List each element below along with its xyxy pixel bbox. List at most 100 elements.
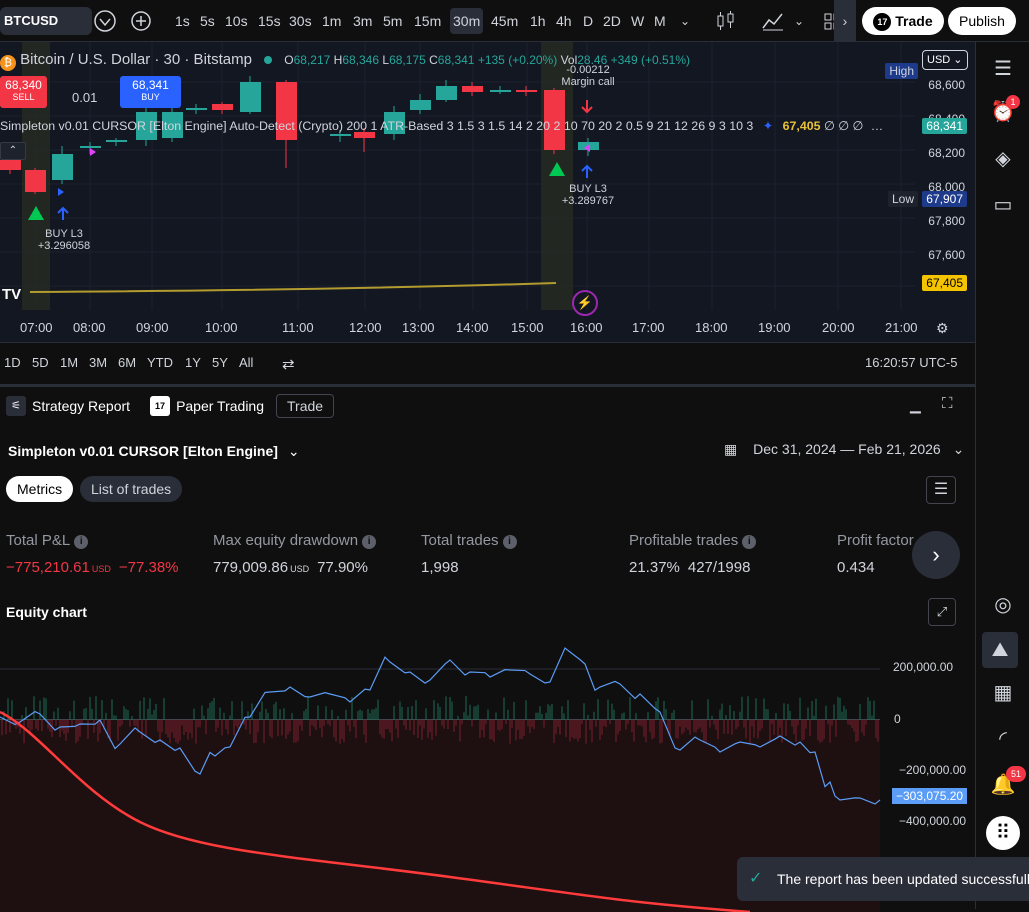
alerts-icon[interactable]: ⏰ 1 [988,95,1020,127]
metric-value: 21.37% 427/1998 [629,559,750,576]
indicator-params: Simpleton v0.01 CURSOR [Elton Engine] Au… [0,119,754,133]
range-1y[interactable]: 1Y [185,355,201,370]
timeframe-dropdown-icon[interactable]: ⌄ [676,8,694,34]
candle-body [0,160,21,170]
low-marker: Low [887,191,918,207]
next-metrics-button[interactable]: › [912,531,960,579]
timeframe-5m[interactable]: 5m [380,8,405,34]
trade-button[interactable]: 17 Trade [862,7,944,35]
range-3m[interactable]: 3M [89,355,107,370]
equity-axis-tick: −200,000.00 [899,763,967,777]
calendar-icon[interactable]: ▦ [988,678,1018,708]
price-tick: 67,800 [928,214,965,228]
chat-icon[interactable]: ▭ [988,190,1018,220]
buy-button[interactable]: 68,341 BUY [120,76,181,108]
more-icon[interactable]: … [871,119,883,133]
chart-type-icon[interactable] [714,8,738,34]
buy-arrow [581,164,593,178]
symbol-search[interactable]: BTCUSD [0,7,92,35]
layers-icon[interactable]: ◈ [988,144,1018,174]
timeframe-30s[interactable]: 30s [286,8,315,34]
bitcoin-icon: ₿ [0,55,16,71]
info-icon[interactable]: i [742,535,757,549]
time-tick: 11:00 [282,320,314,335]
date-range-picker-icon[interactable]: ⇄ [282,355,295,373]
last-price-tag: 68,341 [922,118,967,134]
success-check-icon: ✓ [749,870,763,887]
indicators-icon[interactable] [760,8,786,34]
notifications-icon[interactable]: 🔔 51 [988,766,1026,800]
time-tick: 17:00 [632,320,665,335]
publish-button[interactable]: Publish [948,7,1016,35]
range-1d[interactable]: 1D [4,355,21,370]
timeframe-1m[interactable]: 1m [319,8,344,34]
date-range-selector[interactable]: ▦ Dec 31, 2024 — Feb 21, 2026 ⌄ [724,441,964,458]
strategy-tester-icon[interactable]: ⛰ [982,632,1018,668]
range-1m[interactable]: 1M [60,355,78,370]
time-tick: 12:00 [349,320,382,335]
range-5d[interactable]: 5D [32,355,49,370]
replay-bolt-icon[interactable]: ⚡ [572,290,598,316]
candle-body [80,146,101,148]
timezone-clock[interactable]: 16:20:57 UTC-5 [865,355,958,370]
range-ytd[interactable]: YTD [147,355,173,370]
timeframe-5s[interactable]: 5s [197,8,218,34]
expand-chart-icon[interactable]: ⤢ [928,598,956,626]
scroll-right-icon[interactable]: › [834,0,856,42]
candle-body [52,154,73,180]
indicator-legend[interactable]: Simpleton v0.01 CURSOR [Elton Engine] Au… [0,118,915,133]
subtab-list-of-trades[interactable]: List of trades [80,476,183,502]
candle-body [106,140,127,142]
tab-strategy-report[interactable]: ⚟ Strategy Report [0,396,136,416]
info-icon[interactable]: i [74,535,89,549]
stream-icon[interactable]: ◜ [988,724,1018,754]
symbol-label: BTCUSD [4,13,59,28]
range-all[interactable]: All [239,355,253,370]
strategy-selector[interactable]: Simpleton v0.01 CURSOR [Elton Engine] ⌄ [8,443,300,460]
metric-label: Profitable trades i [629,532,757,549]
equity-axis-tick: 0 [894,712,901,726]
timeframe-4h[interactable]: 4h [553,8,575,34]
info-icon[interactable]: i [502,535,517,549]
maximize-panel-icon[interactable]: ⛶ [942,395,953,412]
metric-unit: USD [91,564,111,574]
timeframe-15m[interactable]: 15m [411,8,444,34]
chart-settings-icon[interactable]: ⚙ [936,320,949,337]
timeframe-3m[interactable]: 3m [350,8,375,34]
tab-trade[interactable]: Trade [276,394,335,418]
sell-button[interactable]: 68,340 SELL [0,76,47,108]
apps-grid-icon[interactable]: ⠿ [986,816,1020,850]
add-symbol-icon[interactable] [128,8,154,34]
timeframe-2D[interactable]: 2D [600,8,624,34]
subtab-metrics[interactable]: Metrics [6,476,74,502]
info-icon[interactable]: i [362,535,377,549]
watchlist-icon[interactable]: ☰ [988,54,1018,84]
range-5y[interactable]: 5Y [212,355,228,370]
timeframe-45m[interactable]: 45m [488,8,521,34]
timeframe-1h[interactable]: 1h [527,8,549,34]
screener-icon[interactable]: ◎ [988,590,1018,620]
compare-symbol-icon[interactable] [92,8,118,34]
metric-value-text: 1,998 [421,559,459,576]
timeframe-30m[interactable]: 30m [450,8,484,34]
report-view-icon[interactable]: ☰ [926,476,956,504]
range-6m[interactable]: 6M [118,355,136,370]
price-chart[interactable]: ₿ Bitcoin / U.S. Dollar · 30 · Bitstamp … [0,42,975,342]
candle-body [462,86,483,92]
time-tick: 15:00 [511,320,544,335]
indicators-dropdown-icon[interactable]: ⌄ [792,8,806,34]
collapse-legend-icon[interactable]: ⌃ [0,142,26,160]
timeframe-W[interactable]: W [628,8,647,34]
price-tick: 68,600 [928,78,965,92]
timeframe-1s[interactable]: 1s [172,8,193,34]
timeframe-M[interactable]: M [651,8,669,34]
timeframe-D[interactable]: D [580,8,596,34]
tab-paper-trading[interactable]: 17 Paper Trading [136,396,270,416]
time-tick: 07:00 [20,320,53,335]
timeframe-10s[interactable]: 10s [222,8,251,34]
toast-notification[interactable]: ✓ The report has been updated successful… [737,857,1029,901]
currency-selector[interactable]: USD ⌄ [922,50,968,70]
timeframe-15s[interactable]: 15s [255,8,284,34]
minimize-panel-icon[interactable]: ▁ [910,397,921,414]
flag-marker [58,188,64,196]
